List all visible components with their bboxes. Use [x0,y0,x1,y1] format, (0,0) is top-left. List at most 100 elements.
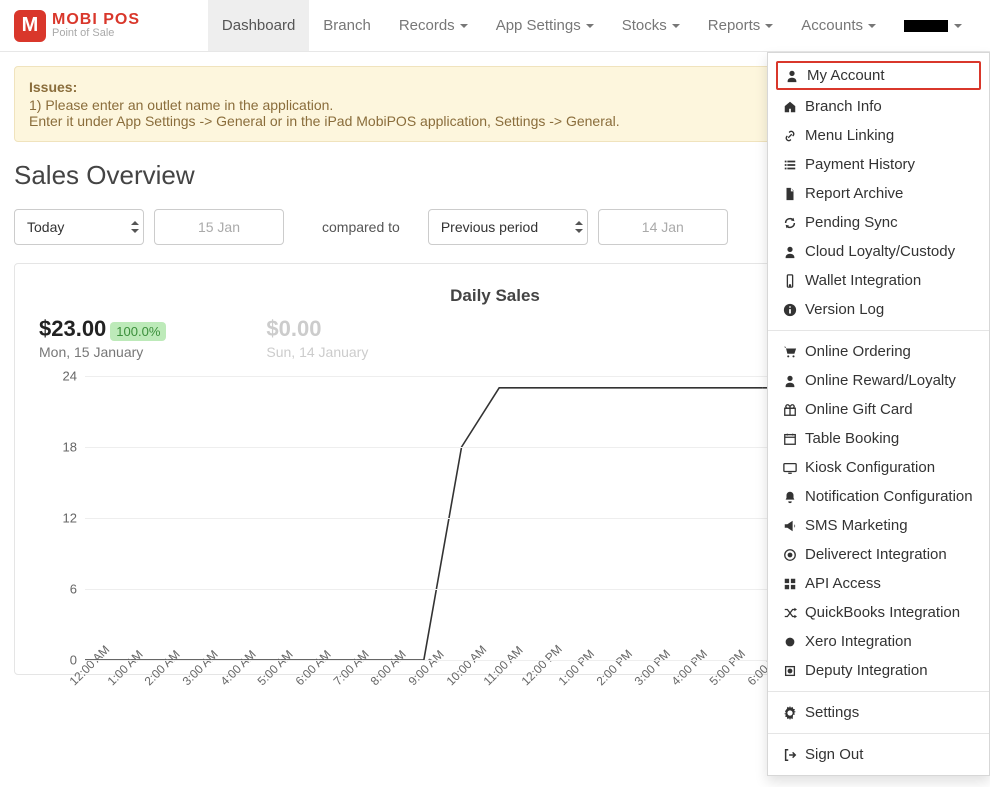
bell-icon [782,489,797,504]
date-input-current[interactable]: 15 Jan [154,209,284,245]
dropdown-item-label: Notification Configuration [805,488,973,505]
dropdown-item-quickbooks-integration[interactable]: QuickBooks Integration [768,598,989,627]
nav-label: Records [399,17,455,34]
nav-item-accounts[interactable]: Accounts [787,0,890,51]
cart-icon [782,344,797,359]
user-icon [784,68,799,83]
dropdown-item-api-access[interactable]: API Access [768,569,989,598]
dropdown-item-wallet-integration[interactable]: Wallet Integration [768,266,989,295]
nav-item-app-settings[interactable]: App Settings [482,0,608,51]
link-icon [782,128,797,143]
dropdown-item-version-log[interactable]: Version Log [768,295,989,324]
shuffle-icon [782,605,797,620]
user-name-redacted [904,20,948,32]
dropdown-item-pending-sync[interactable]: Pending Sync [768,208,989,237]
nav-label: Branch [323,17,371,34]
dropdown-item-report-archive[interactable]: Report Archive [768,179,989,208]
dropdown-item-label: Deliverect Integration [805,546,947,563]
dropdown-separator [768,691,989,692]
nav-item-records[interactable]: Records [385,0,482,51]
dropdown-item-xero-integration[interactable]: Xero Integration [768,627,989,656]
dropdown-item-kiosk-configuration[interactable]: Kiosk Configuration [768,453,989,482]
dropdown-item-label: Menu Linking [805,127,894,144]
y-tick-label: 6 [39,582,77,597]
dropdown-item-sign-out[interactable]: Sign Out [768,740,989,769]
dropdown-item-deliverect-integration[interactable]: Deliverect Integration [768,540,989,569]
logo-badge-icon: M [14,10,46,42]
box-icon [782,663,797,678]
navbar: M MOBI POS Point of Sale Dashboard Branch… [0,0,990,52]
nav-label: Accounts [801,17,863,34]
series-current-line [85,388,763,660]
dropdown-item-label: Report Archive [805,185,903,202]
list-icon [782,157,797,172]
dropdown-item-sms-marketing[interactable]: SMS Marketing [768,511,989,540]
dropdown-item-label: Settings [805,704,859,721]
dropdown-item-online-gift-card[interactable]: Online Gift Card [768,395,989,424]
nav-item-branch[interactable]: Branch [309,0,385,51]
user-menu-button[interactable] [890,20,976,32]
dropdown-item-notification-configuration[interactable]: Notification Configuration [768,482,989,511]
chevron-down-icon [586,24,594,28]
file-icon [782,186,797,201]
dropdown-item-online-ordering[interactable]: Online Ordering [768,337,989,366]
dropdown-item-deputy-integration[interactable]: Deputy Integration [768,656,989,685]
nav-label: Reports [708,17,761,34]
stat-value: $23.00 [39,316,106,341]
dropdown-item-label: Table Booking [805,430,899,447]
dropdown-item-label: Online Ordering [805,343,911,360]
nav-item-dashboard[interactable]: Dashboard [208,0,309,51]
nav-item-reports[interactable]: Reports [694,0,788,51]
chevron-down-icon [765,24,773,28]
date-input-compare[interactable]: 14 Jan [598,209,728,245]
dropdown-item-label: Branch Info [805,98,882,115]
range-select[interactable]: Today [14,209,144,245]
horn-icon [782,518,797,533]
dropdown-item-online-reward-loyalty[interactable]: Online Reward/Loyalty [768,366,989,395]
dropdown-separator [768,733,989,734]
logo-title: MOBI POS [52,12,140,28]
dropdown-item-label: Kiosk Configuration [805,459,935,476]
dropdown-item-label: Payment History [805,156,915,173]
y-tick-label: 24 [39,369,77,384]
dropdown-item-settings[interactable]: Settings [768,698,989,727]
y-tick-label: 12 [39,511,77,526]
dropdown-item-label: My Account [807,67,885,84]
dropdown-item-menu-linking[interactable]: Menu Linking [768,121,989,150]
logo-subtitle: Point of Sale [52,28,140,39]
dropdown-item-label: Deputy Integration [805,662,928,679]
stat-date: Sun, 14 January [266,344,368,360]
period-select[interactable]: Previous period [428,209,588,245]
target-icon [782,547,797,562]
logo[interactable]: M MOBI POS Point of Sale [14,10,140,42]
nav-label: Stocks [622,17,667,34]
dropdown-item-label: Pending Sync [805,214,898,231]
gift-icon [782,402,797,417]
chevron-down-icon [672,24,680,28]
dropdown-item-label: API Access [805,575,881,592]
stat-value: $0.00 [266,316,368,342]
dropdown-item-label: Xero Integration [805,633,912,650]
stat-current: $23.00100.0% Mon, 15 January [39,316,166,360]
stat-compare: $0.00 Sun, 14 January [266,316,368,360]
home-icon [782,99,797,114]
info-icon [782,302,797,317]
user-dropdown-menu: My Account Branch Info Menu Linking Payment… [767,52,990,776]
out-icon [782,747,797,762]
dropdown-item-label: Online Reward/Loyalty [805,372,956,389]
stat-date: Mon, 15 January [39,344,166,360]
gear-icon [782,705,797,720]
compared-to-label: compared to [294,219,418,235]
nav-label: App Settings [496,17,581,34]
stat-pct-badge: 100.0% [110,322,166,341]
dropdown-item-payment-history[interactable]: Payment History [768,150,989,179]
dropdown-item-label: Version Log [805,301,884,318]
dropdown-separator [768,330,989,331]
dropdown-item-my-account[interactable]: My Account [776,61,981,90]
dropdown-item-cloud-loyalty-custody[interactable]: Cloud Loyalty/Custody [768,237,989,266]
dropdown-item-branch-info[interactable]: Branch Info [768,92,989,121]
grid-icon [782,576,797,591]
nav-item-stocks[interactable]: Stocks [608,0,694,51]
cal-icon [782,431,797,446]
dropdown-item-table-booking[interactable]: Table Booking [768,424,989,453]
